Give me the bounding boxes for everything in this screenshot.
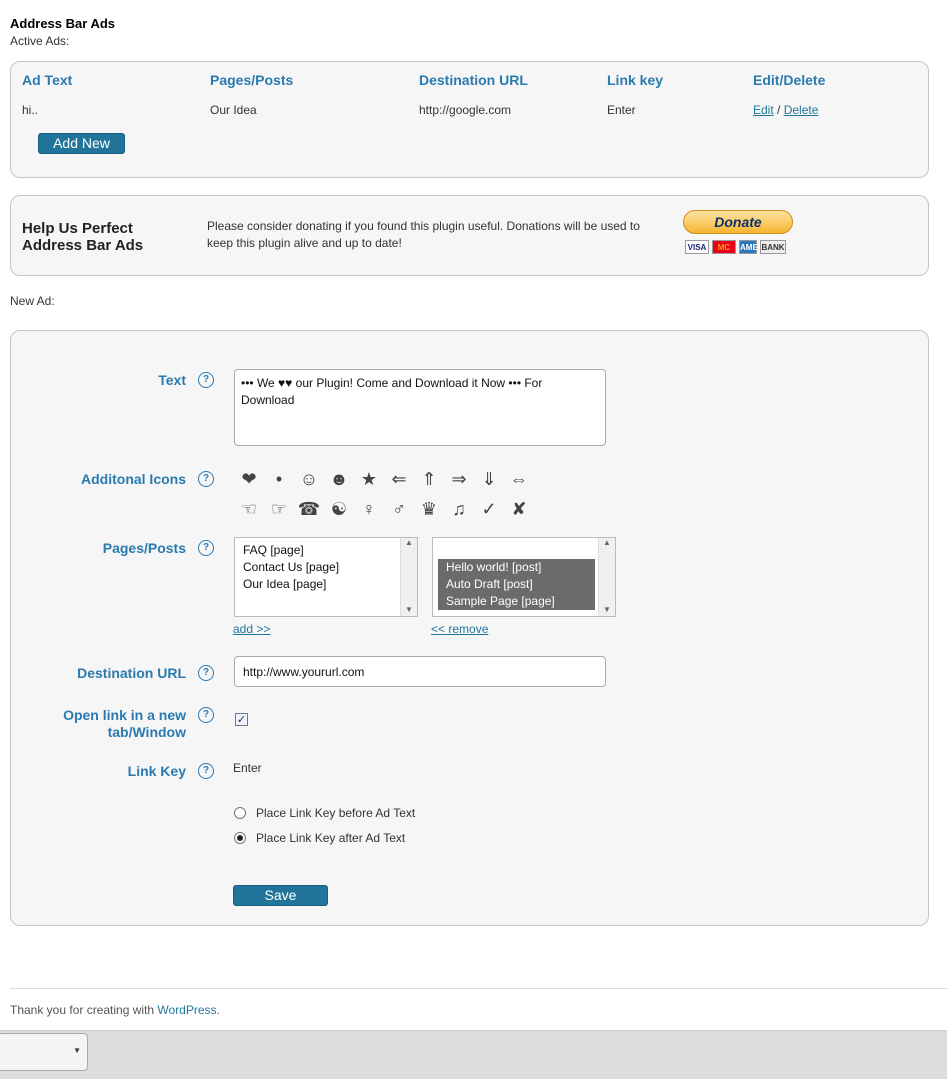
remove-page-link[interactable]: << remove (431, 622, 488, 636)
text-help-icon[interactable]: ? (198, 372, 214, 388)
arrow-down-icon[interactable]: ⇓ (474, 469, 504, 490)
arrow-right-icon[interactable]: ⇒ (444, 469, 474, 490)
bullet-icon[interactable]: • (264, 469, 294, 490)
active-ads-panel: Ad Text Pages/Posts Destination URL Link… (10, 61, 929, 178)
music-note-icon[interactable]: ♫ (444, 499, 474, 520)
scroll-up-icon[interactable]: ▲ (401, 538, 417, 547)
smiley-icon[interactable]: ☺ (294, 469, 324, 490)
footer-thanks: Thank you for creating with (10, 1003, 158, 1017)
new-ad-label: New Ad: (10, 294, 55, 308)
delete-link[interactable]: Delete (784, 103, 819, 117)
column-header-ad-text: Ad Text (22, 72, 73, 88)
star-icon[interactable]: ★ (354, 469, 384, 490)
donate-heading-line2: Address Bar Ads (22, 237, 144, 254)
page-title: Address Bar Ads (10, 16, 115, 31)
visa-card-icon: VISA (685, 240, 709, 254)
arrow-up-icon[interactable]: ⇑ (414, 469, 444, 490)
chevron-down-icon[interactable]: ▼ (73, 1046, 81, 1055)
selected-pages-list[interactable]: Hello world! [post] Auto Draft [post] Sa… (432, 537, 616, 617)
scroll-down-icon[interactable]: ▼ (401, 605, 417, 614)
link-key-value: Enter (233, 761, 262, 775)
donate-text: Please consider donating if you found th… (207, 219, 640, 250)
available-pages-list[interactable]: FAQ [page] Contact Us [page] Our Idea [p… (234, 537, 418, 617)
list-item[interactable]: Sample Page [page] (438, 593, 595, 610)
scrollbar[interactable]: ▲ ▼ (400, 538, 417, 616)
cell-pages-posts: Our Idea (210, 103, 257, 117)
open-new-tab-label: Open link in a new tab/Window (63, 707, 186, 741)
black-smiley-icon[interactable]: ☻ (324, 469, 354, 490)
radio-link-key-after[interactable] (234, 832, 246, 844)
open-new-tab-checkbox[interactable]: ✓ (235, 713, 248, 726)
pages-posts-label: Pages/Posts (102, 540, 186, 556)
icons-help-icon[interactable]: ? (198, 471, 214, 487)
hand-right-icon[interactable]: ☞ (264, 499, 294, 520)
amex-card-icon: AMEX (739, 240, 763, 254)
destination-url-label: Destination URL (77, 665, 186, 681)
icons-row-2: ☜ ☞ ☎ ☯ ♀ ♂ ♛ ♫ ✓ ✘ (234, 499, 534, 520)
footer-divider (10, 988, 947, 989)
list-item[interactable]: Auto Draft [post] (438, 576, 595, 593)
cross-icon[interactable]: ✘ (504, 499, 534, 520)
donate-heading-line1: Help Us Perfect (22, 220, 133, 237)
radio-link-key-before-label[interactable]: Place Link Key before Ad Text (256, 806, 415, 820)
yin-yang-icon[interactable]: ☯ (324, 499, 354, 520)
active-ads-label: Active Ads: (10, 34, 70, 48)
column-header-edit-delete: Edit/Delete (753, 72, 826, 88)
arrow-left-right-icon[interactable]: ⇔ (504, 469, 534, 490)
payment-cards: VISA MC AMEX BANK (685, 240, 786, 254)
cell-ad-text: hi.. (22, 103, 39, 117)
list-item[interactable]: Our Idea [page] (235, 576, 417, 593)
icons-row-1: ❤ • ☺ ☻ ★ ⇐ ⇑ ⇒ ⇓ ⇔ (234, 469, 534, 490)
male-icon[interactable]: ♂ (384, 499, 414, 520)
donate-button[interactable]: Donate (683, 210, 793, 234)
footer-suffix: . (216, 1003, 220, 1017)
save-button[interactable]: Save (233, 885, 328, 906)
heart-icon[interactable]: ❤ (234, 469, 264, 490)
additional-icons-label: Additonal Icons (81, 471, 186, 487)
add-page-link[interactable]: add >> (233, 622, 270, 636)
mastercard-icon: MC (712, 240, 736, 254)
telephone-icon[interactable]: ☎ (294, 499, 324, 520)
bottom-bar (0, 1030, 947, 1079)
donate-heading: Help Us Perfect Address Bar Ads (22, 220, 143, 254)
destination-url-input[interactable]: http://www.yoururl.com (234, 656, 606, 687)
wordpress-link[interactable]: WordPress (157, 1003, 216, 1017)
cell-edit-delete: Edit / Delete (753, 103, 818, 117)
list-item[interactable]: Hello world! [post] (438, 559, 595, 576)
new-ad-form: Text ? ••• We ♥♥ our Plugin! Come and Do… (10, 330, 929, 926)
scroll-down-icon[interactable]: ▼ (599, 605, 615, 614)
bank-card-icon: BANK (760, 240, 786, 254)
column-header-link-key: Link key (607, 72, 664, 88)
crown-icon[interactable]: ♛ (414, 499, 444, 520)
column-header-pages-posts: Pages/Posts (210, 72, 294, 88)
open-new-tab-label-line1: Open link in a new (63, 707, 186, 723)
cell-destination-url: http://google.com (419, 103, 512, 117)
list-item[interactable]: Contact Us [page] (235, 559, 417, 576)
footer-text: Thank you for creating with WordPress. (10, 1003, 220, 1017)
female-icon[interactable]: ♀ (354, 499, 384, 520)
open-new-tab-label-line2: tab/Window (107, 724, 186, 740)
bottom-dropdown[interactable]: ▼ (0, 1033, 88, 1071)
hand-left-icon[interactable]: ☜ (234, 499, 264, 520)
radio-link-key-after-label[interactable]: Place Link Key after Ad Text (256, 831, 405, 845)
edit-delete-separator: / (777, 103, 781, 117)
text-label: Text (158, 372, 186, 388)
link-key-label: Link Key (127, 763, 186, 779)
link-key-help-icon[interactable]: ? (198, 763, 214, 779)
url-help-icon[interactable]: ? (198, 665, 214, 681)
pages-help-icon[interactable]: ? (198, 540, 214, 556)
add-new-button[interactable]: Add New (38, 133, 125, 154)
donate-panel: Help Us Perfect Address Bar Ads Please c… (10, 195, 929, 276)
scroll-up-icon[interactable]: ▲ (599, 538, 615, 547)
open-new-tab-help-icon[interactable]: ? (198, 707, 214, 723)
edit-link[interactable]: Edit (753, 103, 774, 117)
column-header-destination-url: Destination URL (419, 72, 528, 88)
cell-link-key: Enter (607, 103, 636, 117)
ad-text-input[interactable]: ••• We ♥♥ our Plugin! Come and Download … (234, 369, 606, 446)
radio-link-key-before[interactable] (234, 807, 246, 819)
arrow-left-icon[interactable]: ⇐ (384, 469, 414, 490)
check-icon[interactable]: ✓ (474, 499, 504, 520)
scrollbar[interactable]: ▲ ▼ (598, 538, 615, 616)
list-item[interactable]: FAQ [page] (235, 542, 417, 559)
